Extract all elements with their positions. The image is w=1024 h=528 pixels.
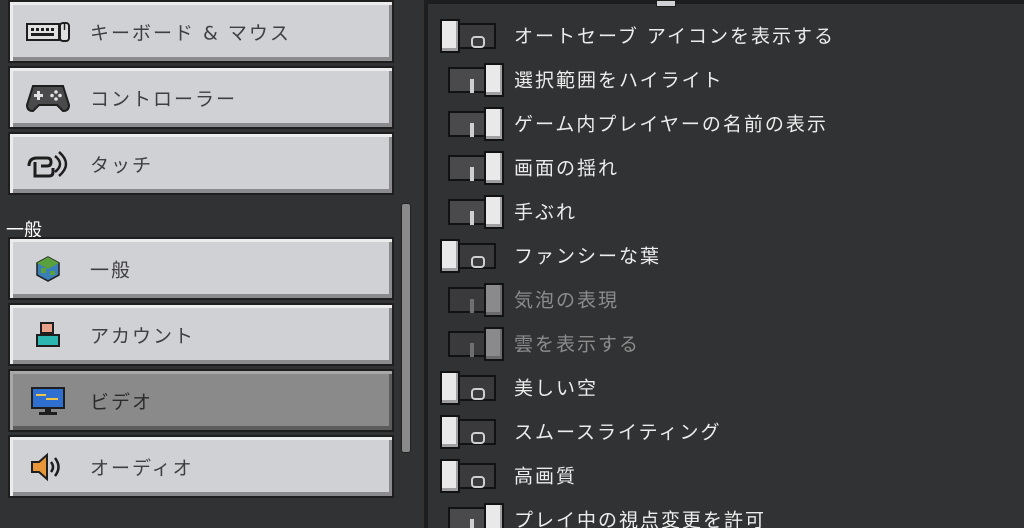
fancy-leaves-toggle[interactable] xyxy=(440,239,496,273)
setting-label: 雲を表示する xyxy=(514,333,641,356)
setting-row-allow-perspective-change[interactable]: プレイ中の視点変更を許可 xyxy=(428,497,1024,528)
sidebar-item-keyboard-mouse[interactable]: キーボード & マウス xyxy=(8,0,394,63)
account-icon xyxy=(24,317,72,353)
setting-label: プレイ中の視点変更を許可 xyxy=(514,509,767,528)
content-scroll-marker xyxy=(656,0,676,7)
sidebar-item-label: アカウント xyxy=(90,325,196,347)
setting-label: 気泡の表現 xyxy=(514,289,620,312)
setting-label: スムースライティング xyxy=(514,421,722,444)
globe-icon xyxy=(24,251,72,287)
monitor-icon xyxy=(24,383,72,419)
sidebar-item-audio[interactable]: オーディオ xyxy=(8,435,394,498)
beautiful-skies-toggle[interactable] xyxy=(440,371,496,405)
setting-row-high-quality[interactable]: 高画質 xyxy=(428,453,1024,497)
sidebar-item-label: キーボード & マウス xyxy=(90,22,291,44)
setting-row-beautiful-skies[interactable]: 美しい空 xyxy=(428,365,1024,409)
sidebar-item-label: タッチ xyxy=(90,154,154,176)
setting-label: オートセーブ アイコンを表示する xyxy=(514,25,835,48)
sidebar-item-general[interactable]: 一般 xyxy=(8,237,394,300)
setting-label: 選択範囲をハイライト xyxy=(514,69,724,92)
camera-shake-toggle[interactable] xyxy=(448,195,504,229)
autosave-icon-toggle[interactable] xyxy=(440,19,496,53)
setting-row-fancy-leaves[interactable]: ファンシーな葉 xyxy=(428,233,1024,277)
sidebar-item-account[interactable]: アカウント xyxy=(8,303,394,366)
sidebar-item-controller[interactable]: コントローラー xyxy=(8,66,394,129)
settings-screen: キーボード & マウス コントローラー タッチ 一般 一般 アカウント ビデオ … xyxy=(0,0,1024,528)
sidebar-scrollbar-thumb[interactable] xyxy=(401,203,411,453)
smooth-lighting-toggle[interactable] xyxy=(440,415,496,449)
keyboard-mouse-icon xyxy=(24,14,72,50)
sidebar-item-video[interactable]: ビデオ xyxy=(8,369,394,432)
setting-label: ファンシーな葉 xyxy=(514,245,662,268)
setting-row-fancy-bubbles: 気泡の表現 xyxy=(428,277,1024,321)
setting-row-outline-selection[interactable]: 選択範囲をハイライト xyxy=(428,57,1024,101)
setting-row-render-clouds: 雲を表示する xyxy=(428,321,1024,365)
sidebar-item-label: 一般 xyxy=(90,259,133,281)
outline-selection-toggle[interactable] xyxy=(448,63,504,97)
setting-label: 手ぶれ xyxy=(514,201,578,224)
setting-label: ゲーム内プレイヤーの名前の表示 xyxy=(514,113,828,136)
setting-row-autosave-icon[interactable]: オートセーブ アイコンを表示する xyxy=(428,13,1024,57)
view-bobbing-toggle[interactable] xyxy=(448,151,504,185)
settings-sidebar: キーボード & マウス コントローラー タッチ 一般 一般 アカウント ビデオ … xyxy=(0,0,398,528)
sidebar-item-label: コントローラー xyxy=(90,88,238,110)
touch-hand-icon xyxy=(24,146,72,182)
setting-label: 画面の揺れ xyxy=(514,157,620,180)
allow-perspective-change-toggle[interactable] xyxy=(448,503,504,528)
speaker-icon xyxy=(24,449,72,485)
video-settings-list: オートセーブ アイコンを表示する 選択範囲をハイライト ゲーム内プレイヤーの名前… xyxy=(428,0,1024,528)
content-top-edge xyxy=(428,0,1024,4)
sidebar-item-label: ビデオ xyxy=(90,391,154,413)
setting-row-view-bobbing[interactable]: 画面の揺れ xyxy=(428,145,1024,189)
setting-row-camera-shake[interactable]: 手ぶれ xyxy=(428,189,1024,233)
sidebar-item-label: オーディオ xyxy=(90,457,194,479)
setting-label: 美しい空 xyxy=(514,377,599,400)
gamepad-icon xyxy=(24,80,72,116)
setting-row-ingame-player-names[interactable]: ゲーム内プレイヤーの名前の表示 xyxy=(428,101,1024,145)
sidebar-item-touch[interactable]: タッチ xyxy=(8,132,394,195)
high-quality-toggle[interactable] xyxy=(440,459,496,493)
render-clouds-toggle xyxy=(448,327,504,361)
setting-label: 高画質 xyxy=(514,465,578,488)
ingame-player-names-toggle[interactable] xyxy=(448,107,504,141)
setting-row-smooth-lighting[interactable]: スムースライティング xyxy=(428,409,1024,453)
fancy-bubbles-toggle xyxy=(448,283,504,317)
